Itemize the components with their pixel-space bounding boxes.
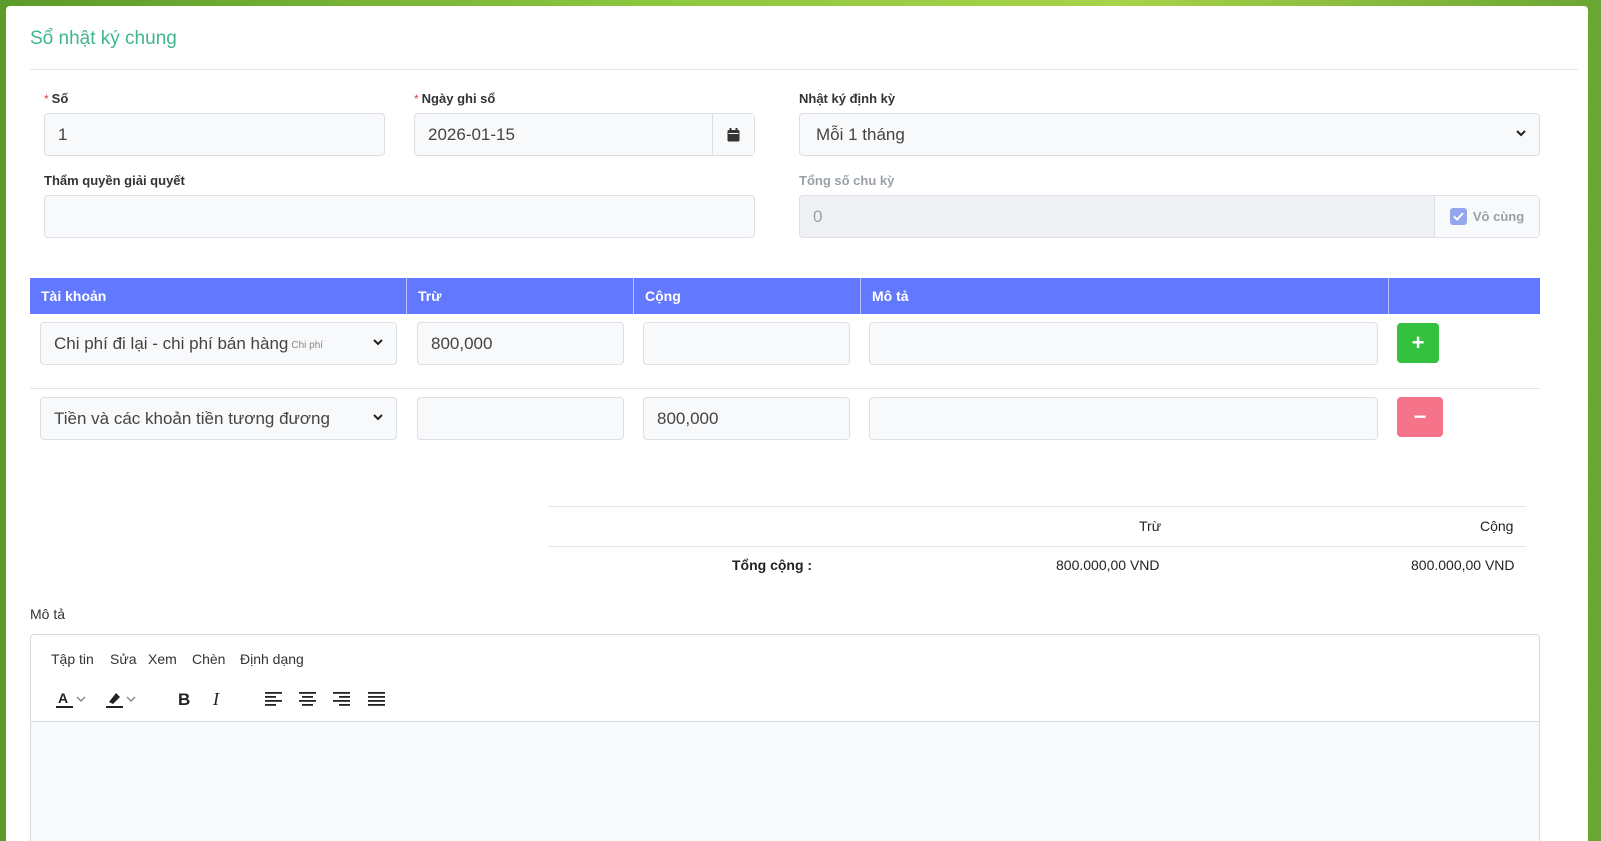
- cycle-count-input: 0 Vô cùng: [799, 195, 1540, 238]
- italic-icon: I: [212, 689, 220, 709]
- menu-file[interactable]: Tập tin: [51, 651, 94, 667]
- nhat-ky-dinh-ky-label: Nhật ký định kỳ: [799, 91, 896, 106]
- chevron-down-icon: [1516, 130, 1526, 137]
- menu-format[interactable]: Định dạng: [240, 651, 304, 667]
- text-color-button[interactable]: A: [49, 687, 93, 711]
- title-divider: [30, 69, 1578, 70]
- col-debit: Trừ: [407, 278, 634, 314]
- totals-label: Tổng cộng :: [732, 557, 813, 573]
- debit-input[interactable]: 800,000: [417, 322, 624, 365]
- so-input[interactable]: 1: [44, 113, 385, 156]
- row-description-input[interactable]: [869, 322, 1378, 365]
- so-label: * Số: [44, 91, 69, 106]
- chevron-down-icon: [373, 414, 383, 421]
- svg-text:A: A: [58, 690, 68, 706]
- authority-input[interactable]: [44, 195, 755, 238]
- recurrence-select[interactable]: Mỗi 1 tháng: [799, 113, 1540, 156]
- debit-input[interactable]: [417, 397, 624, 440]
- entries-table-header: Tài khoản Trừ Cộng Mô tả: [30, 278, 1540, 314]
- totals-top-rule: [548, 506, 1526, 507]
- totals-debit-header: Trừ: [1139, 518, 1162, 534]
- row-description-input[interactable]: [869, 397, 1378, 440]
- ngay-ghi-so-label: * Ngày ghi sổ: [414, 91, 496, 106]
- align-center-button[interactable]: [296, 687, 320, 711]
- tong-so-chu-ky-label: Tổng số chu kỳ: [799, 173, 895, 188]
- totals-credit-header: Cộng: [1480, 518, 1514, 534]
- date-input[interactable]: 2026-01-15: [414, 113, 755, 156]
- journal-card: Sổ nhật ký chung * Số 1 * Ngày ghi sổ 2026…: [6, 6, 1588, 841]
- align-justify-button[interactable]: [365, 687, 389, 711]
- col-actions: [1389, 278, 1540, 314]
- svg-text:B: B: [178, 690, 190, 709]
- tham-quyen-label: Thẩm quyền giải quyết: [44, 173, 185, 188]
- description-label: Mô tả: [30, 606, 66, 622]
- bold-button[interactable]: B: [171, 687, 195, 711]
- highlight-button[interactable]: [99, 687, 143, 711]
- infinite-label: Vô cùng: [1472, 209, 1525, 224]
- chevron-down-icon: [76, 696, 86, 703]
- account-select[interactable]: Chi phí đi lại - chi phí bán hàng Chi phí: [40, 322, 397, 365]
- plus-icon: +: [1411, 330, 1425, 355]
- credit-input[interactable]: [643, 322, 850, 365]
- menu-view[interactable]: Xem: [148, 651, 177, 667]
- editor-content-area[interactable]: [31, 721, 1539, 841]
- align-center-icon: [299, 692, 316, 706]
- chevron-down-icon: [126, 696, 136, 703]
- italic-button[interactable]: I: [205, 687, 229, 711]
- totals-debit-value: 800.000,00 VND: [1056, 557, 1160, 573]
- remove-row-button[interactable]: −: [1397, 397, 1443, 437]
- row-divider: [30, 388, 1540, 389]
- menu-insert[interactable]: Chèn: [192, 651, 225, 667]
- align-right-icon: [333, 692, 350, 706]
- calendar-icon: [727, 127, 740, 141]
- infinite-checkbox-group[interactable]: Vô cùng: [1434, 196, 1539, 237]
- highlight-icon: [106, 693, 123, 708]
- bold-icon: B: [178, 690, 190, 709]
- align-justify-icon: [368, 692, 385, 706]
- checkbox-checked-icon[interactable]: [1449, 208, 1467, 225]
- account-select[interactable]: Tiền và các khoản tiền tương đương: [40, 397, 397, 440]
- page-title: Sổ nhật ký chung: [30, 28, 177, 49]
- svg-text:I: I: [212, 689, 220, 709]
- col-account: Tài khoản: [30, 278, 407, 314]
- rich-text-editor: Tập tin Sửa Xem Chèn Định dạng A B I: [30, 634, 1540, 841]
- add-row-button[interactable]: +: [1397, 323, 1439, 363]
- align-left-icon: [265, 692, 282, 706]
- minus-icon: −: [1413, 404, 1427, 429]
- credit-input[interactable]: 800,000: [643, 397, 850, 440]
- account-tag: Chi phí: [291, 340, 324, 351]
- col-description: Mô tả: [861, 278, 1389, 314]
- calendar-button[interactable]: [712, 114, 754, 155]
- totals-mid-rule: [548, 546, 1526, 547]
- align-left-button[interactable]: [262, 687, 286, 711]
- chevron-down-icon: [373, 339, 383, 346]
- menu-edit[interactable]: Sửa: [110, 651, 137, 667]
- totals-credit-value: 800.000,00 VND: [1411, 557, 1515, 573]
- align-right-button[interactable]: [330, 687, 354, 711]
- text-color-icon: A: [56, 690, 73, 708]
- col-credit: Cộng: [634, 278, 861, 314]
